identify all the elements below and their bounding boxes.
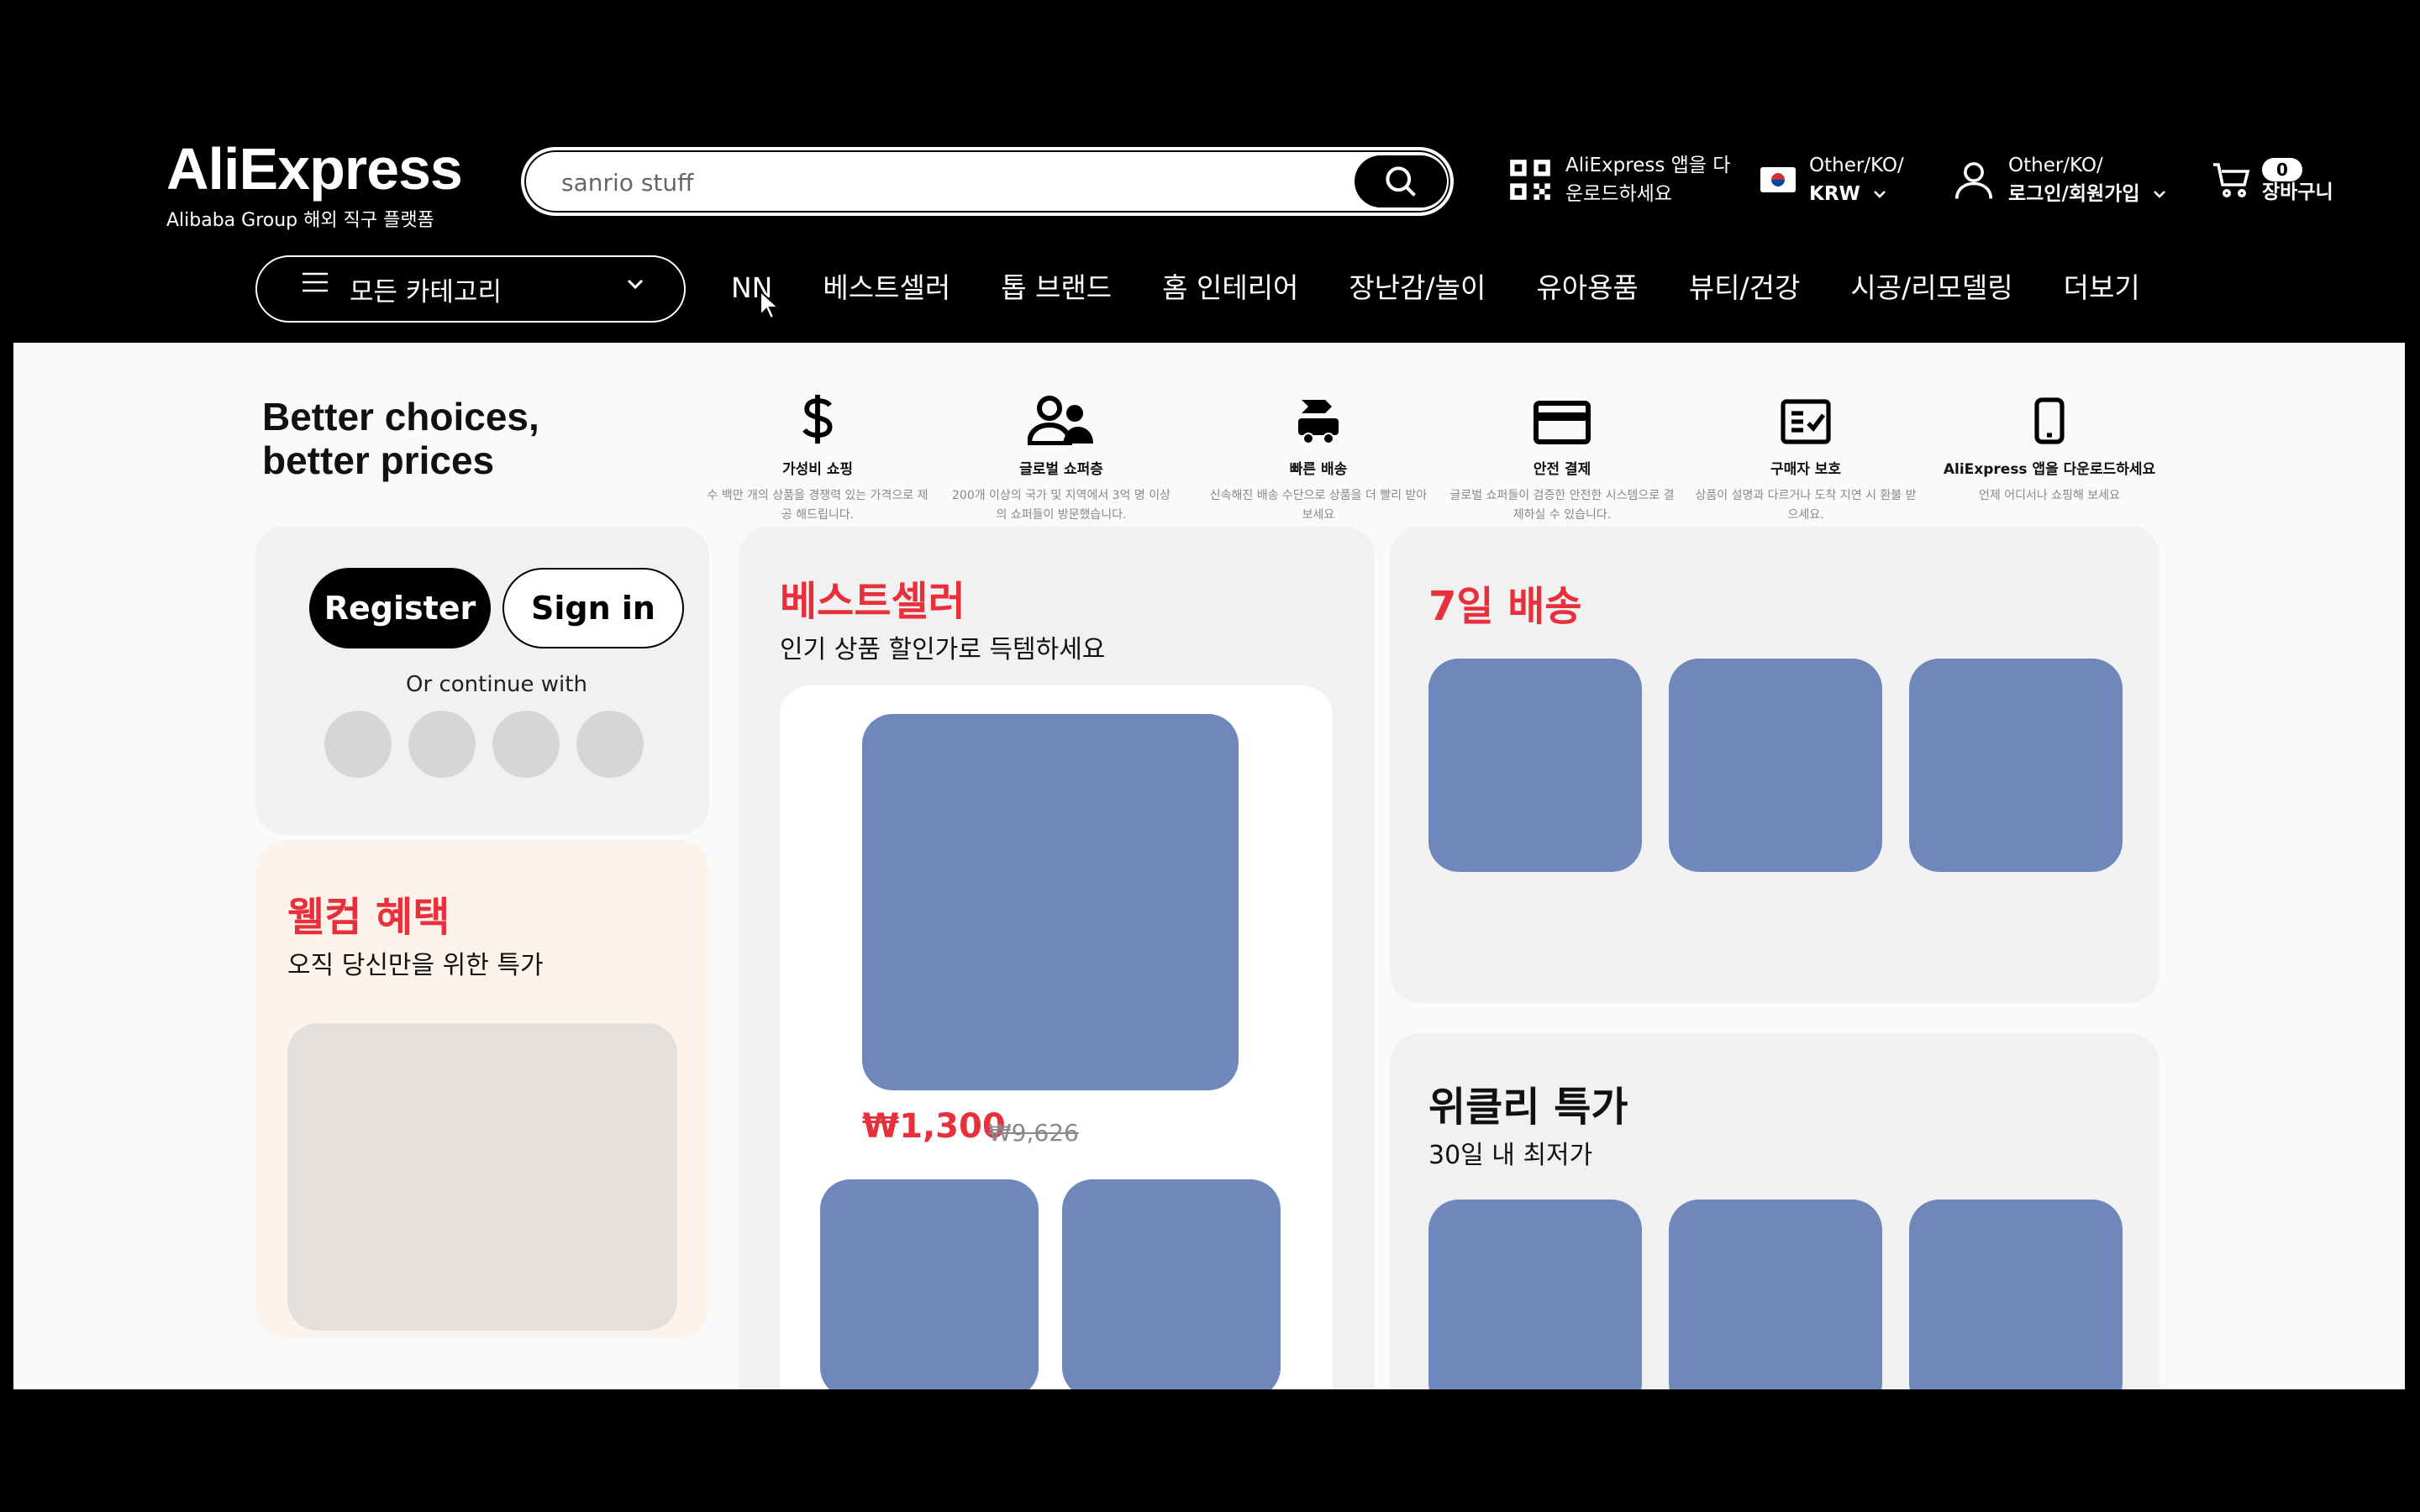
all-categories-label: 모든 카테고리 <box>350 276 502 307</box>
menu-icon <box>302 272 328 292</box>
weekly-product[interactable] <box>1669 1200 1882 1389</box>
weekly-product[interactable] <box>1428 1200 1642 1389</box>
feature-desc: 200개 이상의 국가 및 지역에서 3억 명 이상의 쇼퍼들이 방문했습니다. <box>952 489 1171 522</box>
welcome-title: 웰컴 혜택 <box>287 894 450 941</box>
nav-item-home-interior[interactable]: 홈 인테리어 <box>1162 267 1298 309</box>
main-nav: NN 베스트셀러 톱 브랜드 홈 인테리어 장난감/놀이 유아용품 뷰티/건강 … <box>731 267 2191 309</box>
nav-item-beauty-health[interactable]: 뷰티/건강 <box>1689 267 1801 309</box>
register-button[interactable]: Register <box>309 568 491 648</box>
dollar-icon <box>802 394 833 444</box>
feature-desc: 수 백만 개의 상품을 경쟁력 있는 가격으로 제공 해드립니다. <box>707 489 929 522</box>
feature-desc: 상품이 설명과 다르거나 도착 지연 시 환불 받으세요. <box>1695 489 1917 522</box>
cart-label: 장바구니 <box>2262 181 2333 203</box>
welcome-product-image[interactable] <box>287 1023 677 1331</box>
feature-desc: 언제 어디서나 쇼핑해 보세요 <box>1979 489 2120 502</box>
social-login-button[interactable] <box>408 711 476 778</box>
nav-item-top-brands[interactable]: 톱 브랜드 <box>1001 267 1112 309</box>
feature-global-shoppers: 글로벌 쇼퍼층 200개 이상의 국가 및 지역에서 3억 명 이상의 쇼퍼들이… <box>948 386 1175 525</box>
sign-in-button[interactable]: Sign in <box>502 568 684 648</box>
feature-desc: 글로벌 쇼퍼들이 검증한 안전한 시스템으로 결제하실 수 있습니다. <box>1449 489 1675 522</box>
promo-title-line1: Better choices, <box>262 395 539 438</box>
weekly-title: 위클리 특가 <box>1428 1084 1628 1131</box>
app-download[interactable]: AliExpress 앱을 다 운로드하세요 <box>1508 151 1730 208</box>
bestseller-product-thumb[interactable] <box>1062 1179 1281 1389</box>
weekly-subtitle: 30일 내 최저가 <box>1428 1141 1593 1170</box>
welcome-subtitle: 오직 당신만을 위한 특가 <box>287 951 544 980</box>
feature-buyer-protection: 구매자 보호 상품이 설명과 다르거나 도착 지연 시 환불 받으세요. <box>1692 386 1919 525</box>
feature-title: AliExpress 앱을 다운로드하세요 <box>1943 461 2156 478</box>
all-categories-dropdown[interactable]: 모든 카테고리 <box>255 255 686 323</box>
account-menu[interactable]: Other/KO/ 로그인/회원가입 <box>1951 151 2167 208</box>
social-login-button[interactable] <box>576 711 644 778</box>
delivery-product[interactable] <box>1669 659 1882 872</box>
nav-item-toys[interactable]: 장난감/놀이 <box>1349 267 1486 309</box>
delivery-product[interactable] <box>1428 659 1642 872</box>
promo-title: Better choices, better prices <box>262 395 539 482</box>
product-old-price: ₩9,626 <box>988 1119 1079 1147</box>
feature-secure-payment: 안전 결제 글로벌 쇼퍼들이 검증한 안전한 시스템으로 결제하실 수 있습니다… <box>1449 386 1676 525</box>
app-download-line1: AliExpress 앱을 다 <box>1565 155 1731 176</box>
logo-title: AliExpress <box>166 136 463 202</box>
users-icon <box>1028 396 1093 445</box>
login-register-label: 로그인/회원가입 <box>2008 183 2140 205</box>
account-line1: Other/KO/ <box>2008 155 2103 176</box>
or-continue-text: Or continue with <box>406 672 587 697</box>
mouse-cursor-icon <box>760 290 781 320</box>
search-input[interactable] <box>561 165 1318 199</box>
bestseller-main-product[interactable] <box>862 714 1239 1090</box>
feature-title: 가성비 쇼핑 <box>781 461 854 478</box>
feature-title: 안전 결제 <box>1533 461 1591 478</box>
korea-flag-icon <box>1760 167 1796 192</box>
region-selector[interactable]: Other/KO/ KRW <box>1760 151 1904 208</box>
promo-title-line2: better prices <box>262 438 495 482</box>
bestseller-subtitle: 인기 상품 할인가로 득템하세요 <box>780 635 1106 664</box>
feature-title: 글로벌 쇼퍼층 <box>1019 461 1103 478</box>
chevron-down-icon <box>627 279 644 290</box>
chevron-down-icon <box>1874 191 1886 198</box>
smartphone-icon <box>2034 397 2065 444</box>
bestseller-product-thumb[interactable] <box>820 1179 1039 1389</box>
logo[interactable]: AliExpress Alibaba Group 해외 직구 플랫폼 <box>166 134 463 232</box>
chevron-down-icon <box>2153 191 2165 198</box>
qr-code-icon <box>1510 160 1550 200</box>
delivery-title: 7일 배송 <box>1428 583 1582 630</box>
feature-desc: 신속해진 배송 수단으로 상품을 더 빨리 받아보세요 <box>1209 489 1428 522</box>
logo-subtitle: Alibaba Group 해외 직구 플랫폼 <box>166 210 434 231</box>
social-login-button[interactable] <box>324 711 392 778</box>
cart-count-badge: 0 <box>2262 158 2302 181</box>
product-price: ₩1,300 <box>862 1107 1006 1146</box>
feature-title: 구매자 보호 <box>1770 461 1842 478</box>
nav-item-more[interactable]: 더보기 <box>2064 267 2140 309</box>
feature-fast-delivery: 빠른 배송 신속해진 배송 수단으로 상품을 더 빨리 받아보세요 <box>1205 386 1432 525</box>
nav-item-baby[interactable]: 유아용품 <box>1536 267 1638 309</box>
feature-value-shopping: 가성비 쇼핑 수 백만 개의 상품을 경쟁력 있는 가격으로 제공 해드립니다. <box>704 386 931 525</box>
checklist-icon <box>1781 399 1831 444</box>
app-download-line2: 운로드하세요 <box>1565 183 1672 205</box>
currency-label: KRW <box>1809 183 1860 205</box>
search-bar <box>521 147 1454 216</box>
nav-item-remodeling[interactable]: 시공/리모델링 <box>1850 267 2012 309</box>
cart-button[interactable]: 0 장바구니 <box>2212 153 2333 207</box>
search-button[interactable] <box>1355 155 1447 207</box>
shopping-cart-icon <box>2213 163 2250 197</box>
social-login-button[interactable] <box>492 711 560 778</box>
user-icon <box>1954 162 1993 199</box>
nav-item-bestseller[interactable]: 베스트셀러 <box>823 267 950 309</box>
credit-card-icon <box>1534 401 1591 444</box>
delivery-product[interactable] <box>1909 659 2123 872</box>
search-icon <box>1386 166 1416 197</box>
bestseller-title: 베스트셀러 <box>780 578 965 625</box>
main-content: Better choices, better prices 가성비 쇼핑 수 백… <box>13 343 2405 1389</box>
region-line1: Other/KO/ <box>1809 155 1904 176</box>
weekly-product[interactable] <box>1909 1200 2123 1389</box>
feature-title: 빠른 배송 <box>1289 461 1348 478</box>
feature-app-download: AliExpress 앱을 다운로드하세요 언제 어디서나 쇼핑해 보세요 <box>1936 386 2163 506</box>
delivery-truck-icon <box>1298 400 1339 444</box>
